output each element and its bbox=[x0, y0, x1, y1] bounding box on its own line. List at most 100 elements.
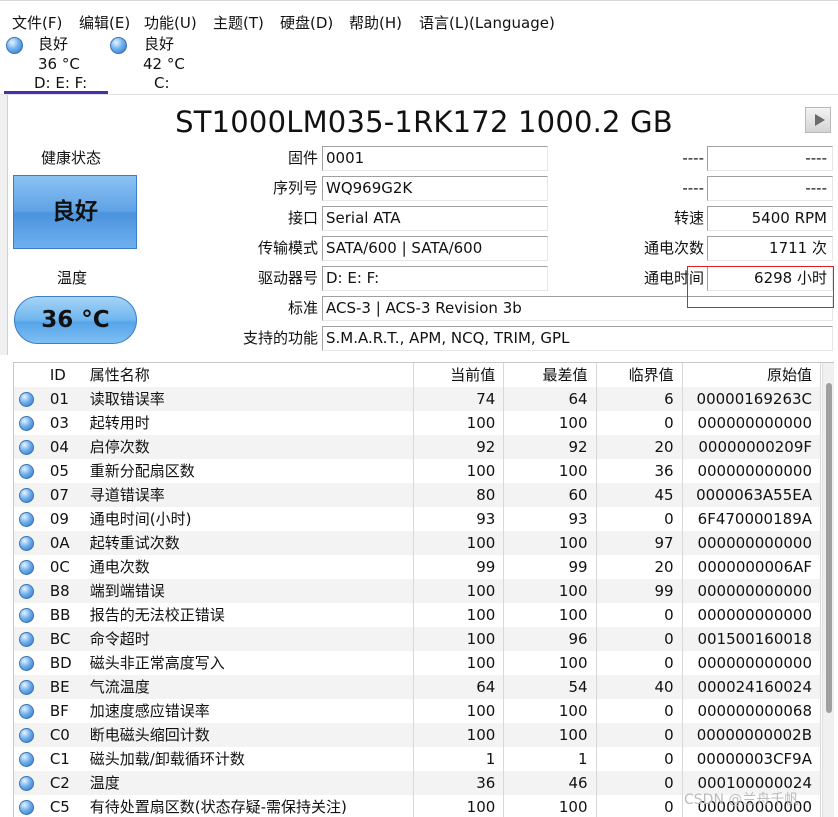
row-status-cell bbox=[14, 579, 48, 603]
row-status-cell bbox=[14, 459, 48, 483]
menu-file[interactable]: 文件(F) bbox=[12, 13, 62, 33]
cell-worst: 60 bbox=[503, 483, 597, 507]
cell-current: 100 bbox=[413, 651, 505, 675]
table-row[interactable]: BE 气流温度 64 54 40 000024160024 bbox=[14, 675, 822, 699]
firmware-label: 固件 bbox=[287, 149, 318, 167]
cell-threshold: 0 bbox=[596, 651, 683, 675]
cell-worst: 100 bbox=[503, 579, 597, 603]
health-status-button[interactable]: 良好 bbox=[13, 175, 137, 249]
cell-current: 74 bbox=[413, 387, 505, 411]
header-worst[interactable]: 最差值 bbox=[503, 363, 597, 387]
cell-raw: 000000000000 bbox=[682, 603, 822, 627]
scrollbar-thumb[interactable] bbox=[826, 383, 832, 713]
table-row[interactable]: 0C 通电次数 99 99 20 0000000006AF bbox=[14, 555, 822, 579]
table-row[interactable]: 07 寻道错误率 80 60 45 0000063A55EA bbox=[14, 483, 822, 507]
table-row[interactable]: 04 启停次数 92 92 20 00000000209F bbox=[14, 435, 822, 459]
header-threshold[interactable]: 临界值 bbox=[596, 363, 683, 387]
disk-title: ST1000LM035-1RK172 1000.2 GB bbox=[175, 105, 673, 139]
cell-raw: 0000000006AF bbox=[682, 555, 822, 579]
row-status-cell bbox=[14, 771, 48, 795]
cell-attribute-name: 加速度感应错误率 bbox=[87, 699, 415, 723]
menu-edit[interactable]: 编辑(E) bbox=[79, 13, 130, 33]
cell-raw: 0000063A55EA bbox=[682, 483, 822, 507]
cell-threshold: 0 bbox=[596, 699, 683, 723]
cell-worst: 100 bbox=[503, 459, 597, 483]
cell-id: BE bbox=[47, 675, 88, 699]
table-row[interactable]: B8 端到端错误 100 100 99 000000000000 bbox=[14, 579, 822, 603]
cell-threshold: 40 bbox=[596, 675, 683, 699]
cell-attribute-name: 寻道错误率 bbox=[87, 483, 415, 507]
cell-raw: 000000000000 bbox=[682, 531, 822, 555]
cell-worst: 96 bbox=[503, 627, 597, 651]
menu-disk[interactable]: 硬盘(D) bbox=[280, 13, 333, 33]
table-row[interactable]: 05 重新分配扇区数 100 100 36 000000000000 bbox=[14, 459, 822, 483]
cell-worst: 100 bbox=[503, 603, 597, 627]
status-orb-icon bbox=[19, 680, 34, 695]
divider bbox=[0, 94, 838, 95]
cell-id: 04 bbox=[47, 435, 88, 459]
drive-tab-2[interactable]: 良好 42 °C C: bbox=[110, 34, 190, 94]
cell-raw: 00000000209F bbox=[682, 435, 822, 459]
table-scrollbar[interactable] bbox=[822, 363, 834, 817]
menu-language[interactable]: 语言(L)(Language) bbox=[419, 13, 555, 33]
drive-status: 良好 bbox=[144, 35, 175, 53]
menu-theme[interactable]: 主题(T) bbox=[213, 13, 264, 33]
cell-current: 100 bbox=[413, 723, 505, 747]
table-row[interactable]: 01 读取错误率 74 64 6 00000169263C bbox=[14, 387, 822, 411]
cell-current: 100 bbox=[413, 531, 505, 555]
table-row[interactable]: C0 断电磁头缩回计数 100 100 0 00000000002B bbox=[14, 723, 822, 747]
status-orb-icon bbox=[19, 464, 34, 479]
cell-id: 05 bbox=[49, 462, 69, 480]
temperature-button[interactable]: 36 °C bbox=[14, 296, 137, 344]
table-row[interactable]: 0A 起转重试次数 100 100 97 000000000000 bbox=[14, 531, 822, 555]
row-status-cell bbox=[14, 723, 48, 747]
cell-attribute-name: 重新分配扇区数 bbox=[87, 459, 415, 483]
menu-help[interactable]: 帮助(H) bbox=[349, 13, 402, 33]
table-row[interactable]: 09 通电时间(小时) 93 93 0 6F470000189A bbox=[14, 507, 822, 531]
table-row[interactable]: BF 加速度感应错误率 100 100 0 000000000068 bbox=[14, 699, 822, 723]
status-orb-icon bbox=[19, 392, 34, 407]
rpm-field: 5400 RPM bbox=[707, 206, 833, 231]
row-status-cell bbox=[14, 675, 48, 699]
table-row[interactable]: C1 磁头加载/卸载循环计数 1 1 0 00000003CF9A bbox=[14, 747, 822, 771]
table-row[interactable]: BC 命令超时 100 96 0 001500160018 bbox=[14, 627, 822, 651]
header-raw[interactable]: 原始值 bbox=[682, 363, 822, 387]
row-status-cell bbox=[14, 483, 48, 507]
drive-letters: C: bbox=[154, 74, 170, 92]
status-orb-icon bbox=[19, 560, 34, 575]
play-icon[interactable] bbox=[805, 107, 831, 133]
status-orb-icon bbox=[19, 752, 34, 767]
cell-raw: 6F470000189A bbox=[682, 507, 822, 531]
table-row[interactable]: 03 起转用时 100 100 0 000000000000 bbox=[14, 411, 822, 435]
header-status bbox=[14, 363, 48, 387]
status-orb-icon bbox=[19, 416, 34, 431]
table-row[interactable]: BD 磁头非正常高度写入 100 100 0 000000000000 bbox=[14, 651, 822, 675]
drive-tab-1[interactable]: 良好 36 °C D: E: F: bbox=[0, 34, 110, 94]
cell-current: 100 bbox=[413, 411, 505, 435]
header-current[interactable]: 当前值 bbox=[413, 363, 505, 387]
cell-attribute-name: 有待处置扇区数(状态存疑-需保持关注) bbox=[87, 795, 415, 817]
header-id[interactable]: ID bbox=[48, 363, 88, 387]
status-orb-icon bbox=[19, 536, 34, 551]
table-row[interactable]: BB 报告的无法校正错误 100 100 0 000000000000 bbox=[14, 603, 822, 627]
cell-threshold: 0 bbox=[596, 603, 683, 627]
status-orb-icon bbox=[19, 704, 34, 719]
header-attribute-name[interactable]: 属性名称 bbox=[87, 363, 415, 387]
serial-label: 序列号 bbox=[272, 179, 318, 197]
cell-threshold: 45 bbox=[596, 483, 683, 507]
row-status-cell bbox=[14, 435, 48, 459]
cell-worst: 64 bbox=[503, 387, 597, 411]
blank2-label: ---- bbox=[682, 179, 704, 197]
cell-id: BF bbox=[49, 702, 69, 720]
cell-current: 100 bbox=[413, 459, 505, 483]
drive-temp: 36 °C bbox=[38, 55, 80, 73]
serial-field: WQ969G2K bbox=[322, 176, 548, 201]
cell-current: 93 bbox=[413, 507, 505, 531]
drive-status-orb-icon bbox=[6, 37, 23, 54]
menu-function[interactable]: 功能(U) bbox=[144, 13, 197, 33]
cell-worst: 100 bbox=[503, 795, 597, 817]
interface-label: 接口 bbox=[287, 209, 318, 227]
transfer-mode-label: 传输模式 bbox=[257, 239, 318, 257]
table-header: ID 属性名称 当前值 最差值 临界值 原始值 bbox=[14, 363, 822, 387]
status-orb-icon bbox=[19, 656, 34, 671]
